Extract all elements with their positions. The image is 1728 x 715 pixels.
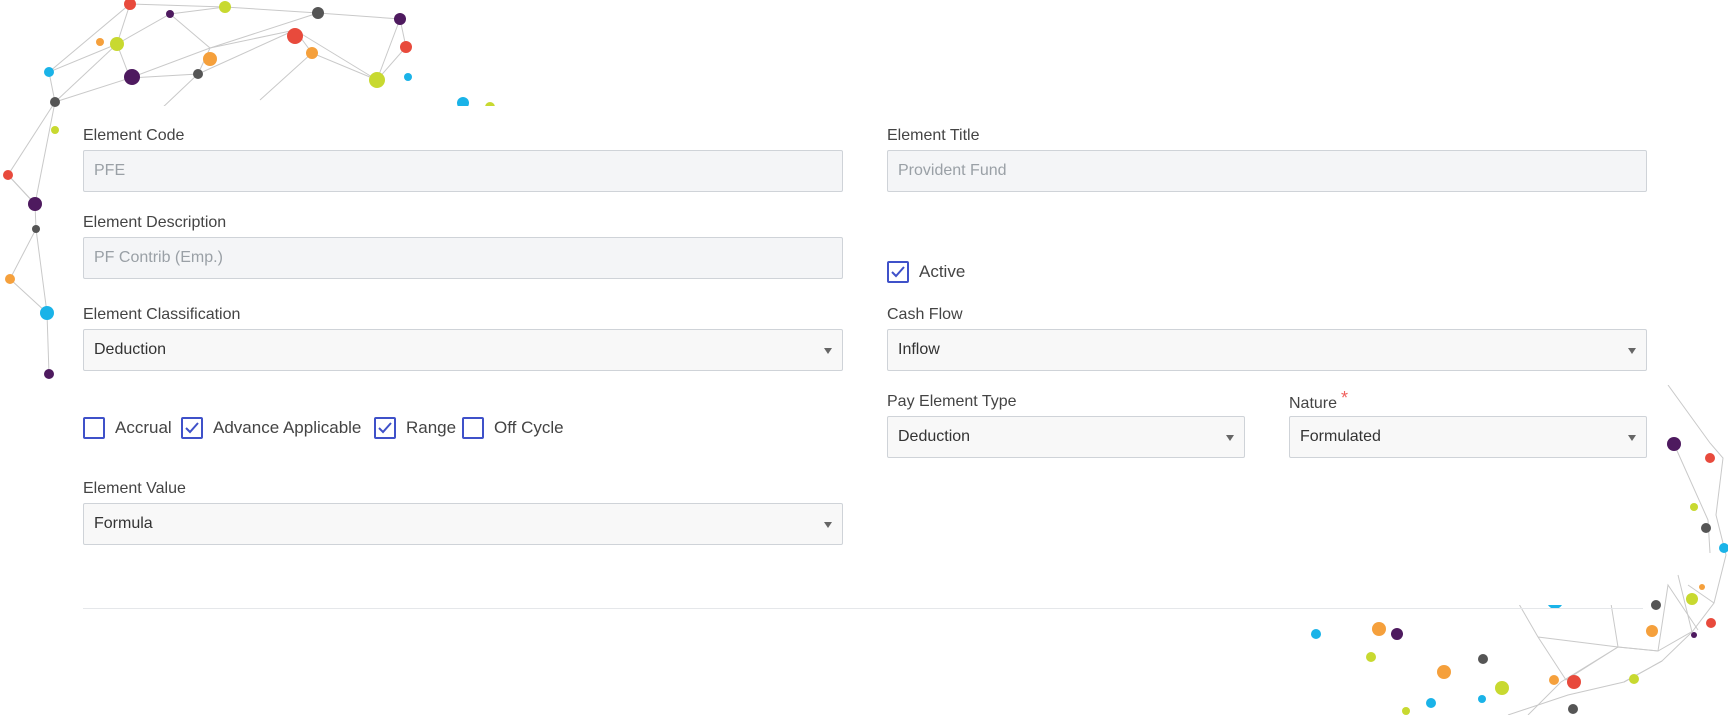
- pay-element-type-select[interactable]: Deduction: [887, 416, 1245, 458]
- checkmark-icon: [378, 422, 392, 434]
- off-cycle-label: Off Cycle: [494, 418, 564, 437]
- element-title-field: Provident Fund: [887, 150, 1647, 192]
- form-divider: [83, 608, 1643, 609]
- range-checkbox[interactable]: [374, 417, 396, 439]
- advance-applicable-label: Advance Applicable: [213, 418, 362, 437]
- element-classification-label: Element Classification: [83, 306, 241, 323]
- checkmark-icon: [185, 422, 199, 434]
- pay-element-type-value: Deduction: [898, 428, 971, 445]
- active-label: Active: [919, 262, 966, 281]
- element-value-select[interactable]: Formula: [83, 503, 843, 545]
- element-classification-value: Deduction: [94, 341, 167, 358]
- element-description-value: PF Contrib (Emp.): [94, 249, 223, 266]
- element-code-field: PFE: [83, 150, 843, 192]
- caret-down-icon: [1628, 435, 1636, 441]
- cash-flow-value: Inflow: [898, 341, 940, 358]
- element-code-label: Element Code: [83, 127, 185, 144]
- checkmark-icon: [891, 266, 905, 278]
- accrual-label: Accrual: [115, 418, 172, 437]
- element-code-value: PFE: [94, 162, 126, 179]
- element-description-field: PF Contrib (Emp.): [83, 237, 843, 279]
- range-label: Range: [406, 418, 457, 437]
- element-title-label: Element Title: [887, 127, 980, 144]
- cash-flow-label: Cash Flow: [887, 306, 963, 323]
- caret-down-icon: [1628, 348, 1636, 354]
- nature-value: Formulated: [1300, 428, 1381, 445]
- required-asterisk: *: [1341, 388, 1349, 408]
- pay-element-type-label: Pay Element Type: [887, 393, 1017, 410]
- nature-label-text: Nature: [1289, 395, 1338, 412]
- advance-applicable-checkbox[interactable]: [181, 417, 203, 439]
- element-classification-select[interactable]: Deduction: [83, 329, 843, 371]
- pay-element-form: Element Code PFE Element Title Provident…: [0, 0, 1728, 715]
- off-cycle-checkbox[interactable]: [462, 417, 484, 439]
- nature-label: Nature *: [1289, 388, 1348, 414]
- element-value-label: Element Value: [83, 480, 186, 497]
- accrual-checkbox[interactable]: [83, 417, 105, 439]
- element-title-value: Provident Fund: [898, 162, 1007, 179]
- nature-select[interactable]: Formulated: [1289, 416, 1647, 458]
- active-checkbox[interactable]: [887, 261, 909, 283]
- caret-down-icon: [1226, 435, 1234, 441]
- element-description-label: Element Description: [83, 214, 227, 231]
- element-value-value: Formula: [94, 515, 153, 532]
- caret-down-icon: [824, 348, 832, 354]
- caret-down-icon: [824, 522, 832, 528]
- cash-flow-select[interactable]: Inflow: [887, 329, 1647, 371]
